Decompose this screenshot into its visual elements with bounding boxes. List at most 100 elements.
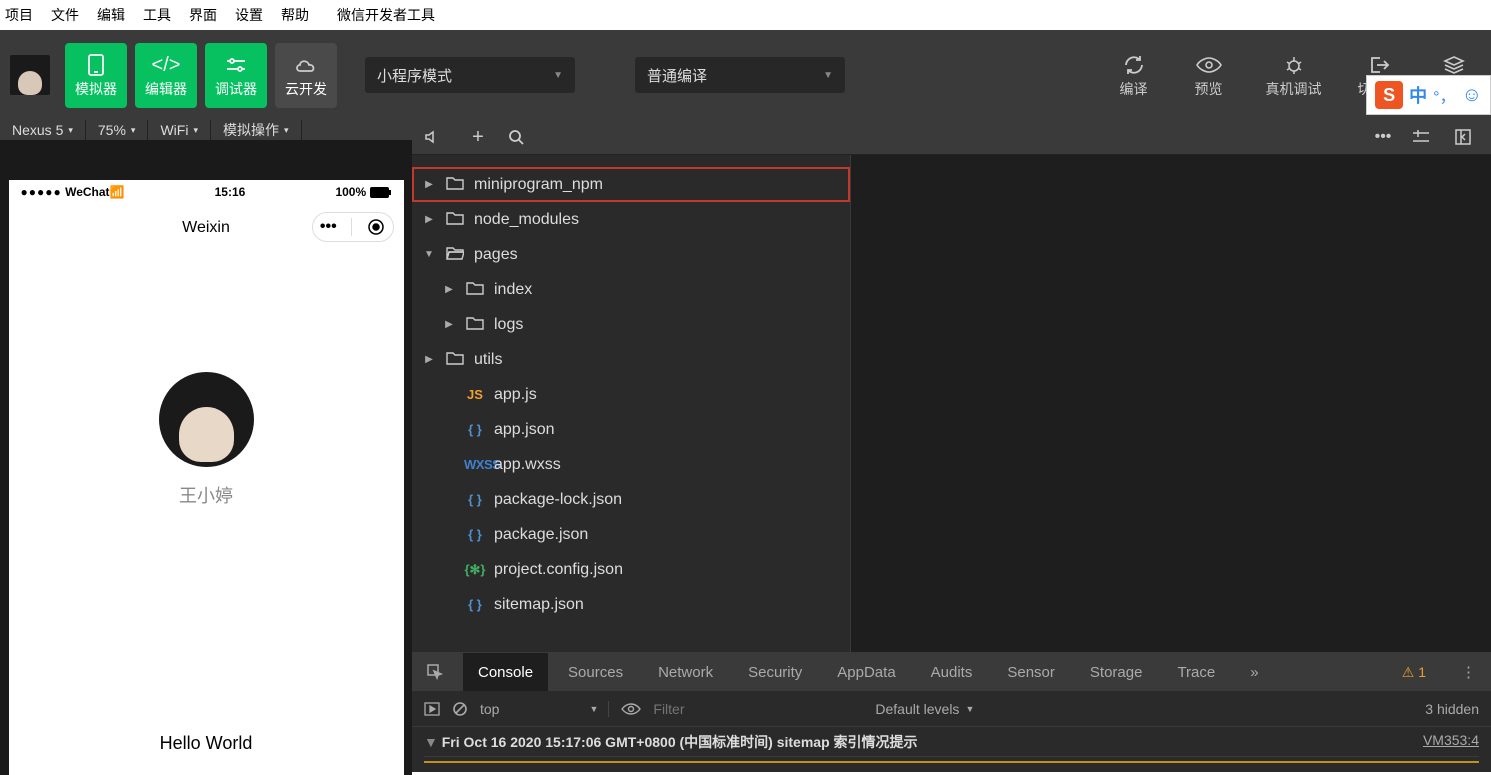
split-icon[interactable]	[1413, 130, 1437, 144]
tree-item-app-js[interactable]: JSapp.js	[412, 377, 850, 412]
tree-item-package-json[interactable]: { }package.json	[412, 517, 850, 552]
tab-sources[interactable]: Sources	[568, 653, 623, 691]
menu-file[interactable]: 文件	[51, 5, 79, 25]
menu-edit[interactable]: 编辑	[97, 5, 125, 25]
tree-item-label: node_modules	[474, 211, 579, 229]
network-select[interactable]: WiFi ▾	[148, 120, 211, 140]
wxss-icon: WXSS	[464, 457, 486, 472]
search-icon[interactable]	[508, 129, 532, 145]
inspect-icon[interactable]	[427, 664, 443, 680]
menu-bar: 项目 文件 编辑 工具 界面 设置 帮助 微信开发者工具	[0, 0, 1491, 30]
code-icon: </>	[152, 51, 181, 79]
menu-project[interactable]: 项目	[5, 5, 33, 25]
console-menu-icon[interactable]: ⋮	[1461, 663, 1476, 681]
collapse-icon[interactable]	[1455, 129, 1479, 145]
menu-help[interactable]: 帮助	[281, 5, 309, 25]
tab-security[interactable]: Security	[748, 653, 802, 691]
tab-appdata[interactable]: AppData	[837, 653, 895, 691]
levels-select[interactable]: Default levels▼	[875, 701, 974, 717]
code-editor[interactable]	[850, 155, 1491, 652]
user-avatar[interactable]	[10, 55, 50, 95]
editor-panel: + ••• ▶miniprogram_npm▶node_modules▼page…	[412, 120, 1491, 772]
ime-emoji-icon[interactable]: ☺	[1462, 84, 1482, 107]
dots-icon[interactable]: •••	[320, 218, 337, 236]
debugger-button[interactable]: 调试器	[205, 43, 267, 108]
menu-tools[interactable]: 工具	[143, 5, 171, 25]
folder-icon	[464, 281, 486, 298]
tab-sensor[interactable]: Sensor	[1007, 653, 1055, 691]
tree-item-app-json[interactable]: { }app.json	[412, 412, 850, 447]
more-icon[interactable]: •••	[1371, 128, 1395, 146]
add-icon[interactable]: +	[466, 126, 490, 149]
ime-cn-label[interactable]: 中	[1409, 82, 1427, 108]
clear-icon[interactable]	[452, 701, 468, 717]
capsule-button[interactable]: •••	[312, 212, 394, 242]
tab-audits[interactable]: Audits	[931, 653, 973, 691]
device-select[interactable]: Nexus 5 ▾	[0, 120, 86, 140]
folder-icon	[444, 351, 466, 368]
tab-storage[interactable]: Storage	[1090, 653, 1143, 691]
sogou-icon[interactable]: S	[1375, 81, 1403, 109]
phone-simulator[interactable]: ●●●●● WeChat📶 15:16 100% Weixin ••• 王小婷 …	[9, 180, 404, 775]
tab-trace[interactable]: Trace	[1177, 653, 1215, 691]
zoom-select[interactable]: 75% ▾	[86, 120, 149, 140]
tree-item-label: pages	[474, 246, 518, 264]
json-icon: {✻}	[464, 562, 486, 578]
compile-button[interactable]: 编译	[1106, 51, 1161, 99]
remote-debug-button[interactable]: 真机调试	[1256, 51, 1331, 99]
console-panel: Console Sources Network Security AppData…	[412, 652, 1491, 772]
filter-input[interactable]	[653, 701, 863, 717]
mode-dropdown[interactable]: 小程序模式 ▼	[365, 57, 575, 93]
chevron-down-icon: ▾	[131, 125, 136, 136]
tree-item-index[interactable]: ▶index	[412, 272, 850, 307]
bug-icon	[1283, 51, 1305, 79]
menu-settings[interactable]: 设置	[235, 5, 263, 25]
cloud-button[interactable]: 云开发	[275, 43, 337, 108]
tree-item-label: utils	[474, 351, 502, 369]
preview-button[interactable]: 预览	[1181, 51, 1236, 99]
nav-title: Weixin	[182, 219, 230, 237]
sim-action-select[interactable]: 模拟操作 ▾	[211, 120, 302, 140]
tree-item-package-lock-json[interactable]: { }package-lock.json	[412, 482, 850, 517]
user-avatar-big[interactable]	[159, 372, 254, 467]
file-tree[interactable]: ▶miniprogram_npm▶node_modules▼pages▶inde…	[412, 155, 850, 652]
tree-item-project-config-json[interactable]: {✻}project.config.json	[412, 552, 850, 587]
tree-item-app-wxss[interactable]: WXSS app.wxss	[412, 447, 850, 482]
log-source-link[interactable]: VM353:4	[1423, 732, 1479, 752]
menu-ui[interactable]: 界面	[189, 5, 217, 25]
tree-item-pages[interactable]: ▼ pages	[412, 237, 850, 272]
folder-icon	[444, 246, 466, 263]
toolbar: 模拟器 </> 编辑器 调试器 云开发 小程序模式 ▼ 普通编译 ▼	[0, 30, 1491, 120]
more-tabs-icon[interactable]: »	[1250, 664, 1258, 681]
folder-icon	[464, 316, 486, 333]
ime-punct-icon[interactable]: °，	[1433, 83, 1455, 107]
compile-dropdown[interactable]: 普通编译 ▼	[635, 57, 845, 93]
chevron-icon: ▶	[442, 319, 456, 330]
tree-item-utils[interactable]: ▶utils	[412, 342, 850, 377]
context-select[interactable]: top▼	[480, 701, 609, 717]
tree-item-label: app.wxss	[494, 456, 561, 474]
mute-icon[interactable]	[424, 129, 448, 145]
warning-badge[interactable]: ⚠ 1	[1402, 664, 1426, 681]
tree-item-sitemap-json[interactable]: { }sitemap.json	[412, 587, 850, 622]
chevron-icon: ▼	[422, 249, 436, 260]
tree-item-node_modules[interactable]: ▶node_modules	[412, 202, 850, 237]
hidden-count[interactable]: 3 hidden	[1425, 701, 1479, 717]
play-icon[interactable]	[424, 702, 440, 716]
tab-network[interactable]: Network	[658, 653, 713, 691]
tab-console[interactable]: Console	[463, 653, 548, 691]
target-icon[interactable]	[367, 218, 385, 236]
chevron-down-icon: ▼	[823, 70, 833, 81]
chevron-down-icon: ▾	[193, 125, 198, 136]
chevron-icon: ▶	[442, 284, 456, 295]
editor-button[interactable]: </> 编辑器	[135, 43, 197, 108]
tree-item-miniprogram_npm[interactable]: ▶miniprogram_npm	[412, 167, 850, 202]
live-icon[interactable]	[621, 703, 641, 715]
simulator-button[interactable]: 模拟器	[65, 43, 127, 108]
simulator-panel: Nexus 5 ▾ 75% ▾ WiFi ▾ 模拟操作 ▾ ●●●●● WeCh…	[0, 120, 412, 772]
signal-label: ●●●●● WeChat📶	[21, 185, 125, 199]
phone-icon	[88, 51, 104, 79]
tree-item-label: logs	[494, 316, 523, 334]
log-text: Fri Oct 16 2020 15:17:06 GMT+0800 (中国标准时…	[442, 734, 918, 750]
tree-item-logs[interactable]: ▶ logs	[412, 307, 850, 342]
